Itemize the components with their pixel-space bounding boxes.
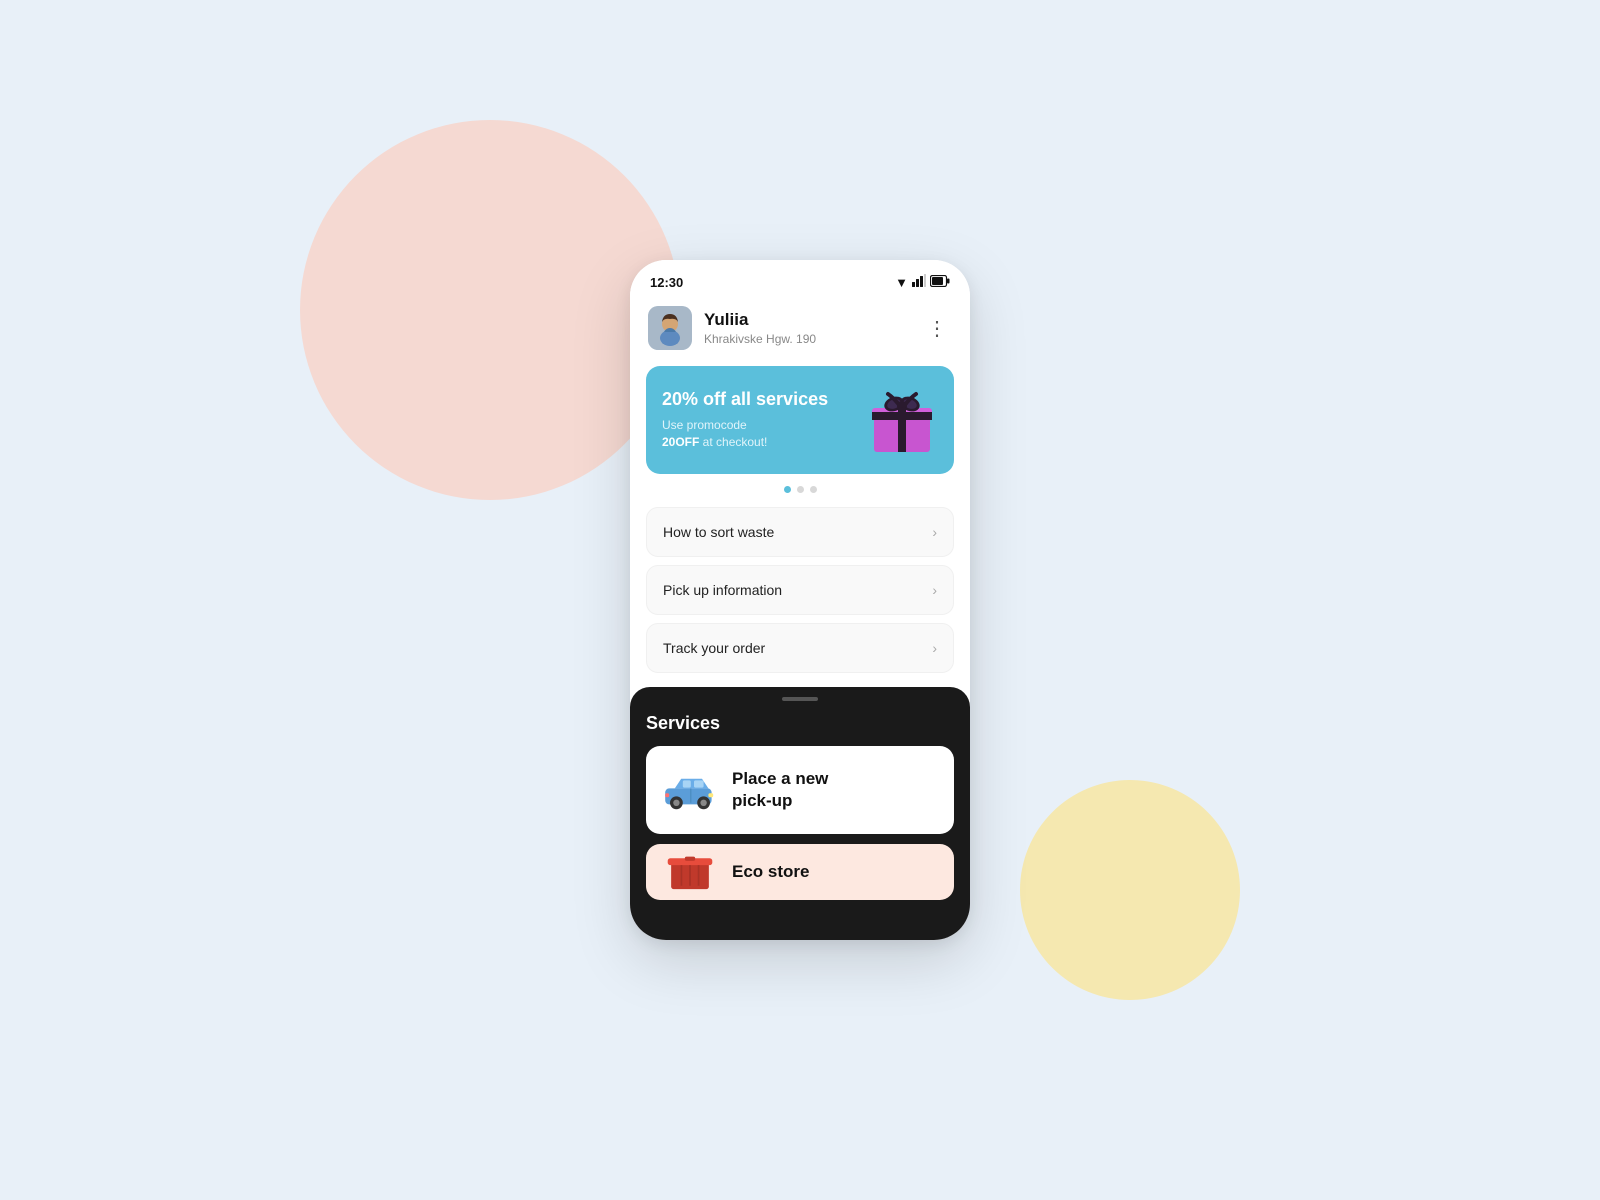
user-name: Yuliia bbox=[704, 310, 923, 330]
gift-icon bbox=[866, 384, 938, 456]
services-title: Services bbox=[646, 713, 954, 734]
user-address: Khrakivske Hgw. 190 bbox=[704, 332, 923, 346]
menu-item-label: How to sort waste bbox=[663, 524, 774, 540]
services-sheet: Services bbox=[630, 687, 970, 940]
status-icons: ▼ bbox=[895, 274, 950, 290]
dot-inactive-1 bbox=[797, 486, 804, 493]
sheet-handle bbox=[782, 697, 818, 701]
menu-list: How to sort waste › Pick up information … bbox=[630, 507, 970, 673]
box-icon bbox=[662, 844, 718, 900]
car-icon bbox=[662, 762, 718, 818]
menu-item-pickup-info[interactable]: Pick up information › bbox=[646, 565, 954, 615]
wifi-icon: ▼ bbox=[895, 275, 908, 290]
bg-circle-pink bbox=[300, 120, 680, 500]
menu-item-label: Pick up information bbox=[663, 582, 782, 598]
signal-icon bbox=[912, 274, 926, 290]
status-bar: 12:30 ▼ bbox=[630, 260, 970, 296]
menu-item-label: Track your order bbox=[663, 640, 765, 656]
service-card-pickup[interactable]: Place a newpick-up bbox=[646, 746, 954, 834]
avatar bbox=[648, 306, 692, 350]
menu-item-sort-waste[interactable]: How to sort waste › bbox=[646, 507, 954, 557]
promo-text: 20% off all services Use promocode 20OFF… bbox=[662, 389, 858, 450]
status-time: 12:30 bbox=[650, 275, 683, 290]
user-header: Yuliia Khrakivske Hgw. 190 ⋮ bbox=[630, 296, 970, 362]
dot-inactive-2 bbox=[810, 486, 817, 493]
service-card-eco-store[interactable]: Eco store bbox=[646, 844, 954, 900]
battery-icon bbox=[930, 275, 950, 290]
promo-banner[interactable]: 20% off all services Use promocode 20OFF… bbox=[646, 366, 954, 474]
header-info: Yuliia Khrakivske Hgw. 190 bbox=[704, 310, 923, 346]
service-card-eco-label: Eco store bbox=[732, 861, 809, 883]
dot-active bbox=[784, 486, 791, 493]
promo-subtitle: Use promocode 20OFF at checkout! bbox=[662, 417, 858, 451]
promo-title: 20% off all services bbox=[662, 389, 858, 411]
bg-circle-yellow bbox=[1020, 780, 1240, 1000]
service-card-pickup-label: Place a newpick-up bbox=[732, 768, 828, 812]
menu-button[interactable]: ⋮ bbox=[923, 312, 952, 345]
chevron-icon: › bbox=[932, 640, 937, 656]
menu-item-track-order[interactable]: Track your order › bbox=[646, 623, 954, 673]
phone-frame: 12:30 ▼ bbox=[630, 260, 970, 940]
dots-indicator bbox=[630, 486, 970, 493]
chevron-icon: › bbox=[932, 582, 937, 598]
chevron-icon: › bbox=[932, 524, 937, 540]
